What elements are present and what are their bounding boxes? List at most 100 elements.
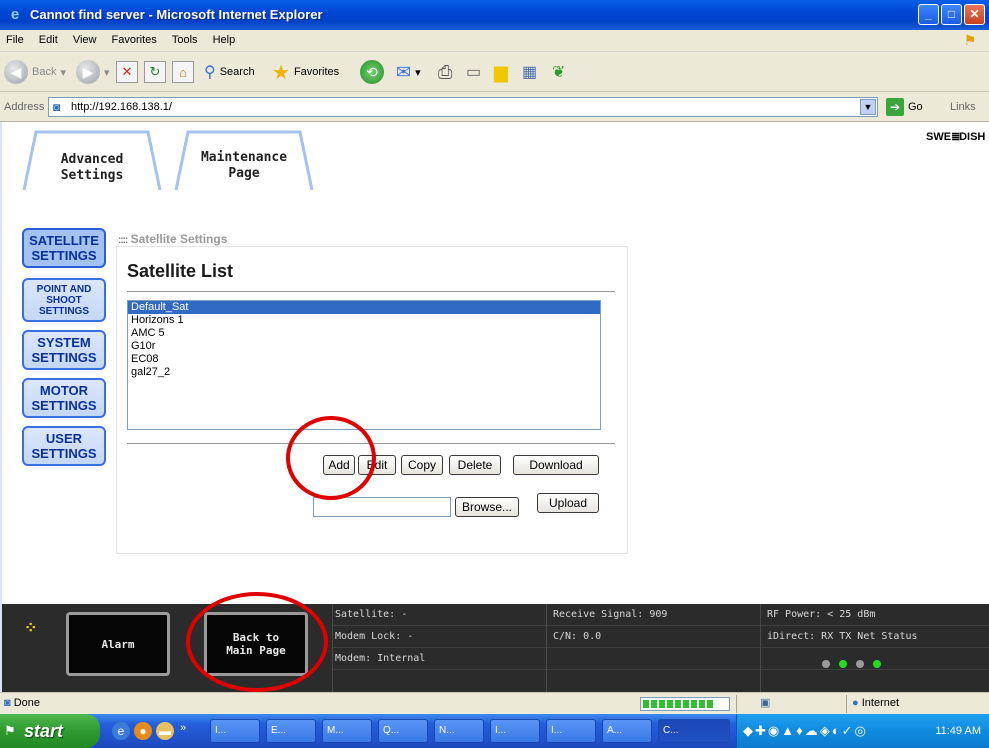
favorites-label: Favorites [293,66,340,78]
discuss-button[interactable]: ▆ [494,58,508,86]
close-button[interactable]: ✕ [964,4,985,25]
download-button[interactable]: Download [513,455,599,475]
taskbar-item[interactable]: A... [602,719,652,743]
maximize-button[interactable]: □ [941,4,962,25]
sidebar-item-satellite-settings[interactable]: SATELLITE SETTINGS [22,228,106,268]
page-progress-bar [640,697,730,711]
windows-flag-icon: ⚑ [963,32,977,48]
print-icon: ⎙ [438,61,453,82]
refresh-button[interactable]: ↻ [144,58,166,86]
add-button[interactable]: Add [323,455,355,475]
status-empty-row [547,670,760,692]
address-input[interactable]: ◙ http://192.168.138.1/ ▼ [48,97,878,117]
history-button[interactable]: ⟲ [360,58,384,86]
quicklaunch-folder-icon[interactable]: ▬ [156,722,174,740]
file-path-input[interactable] [313,497,451,517]
toolbar: ◀ Back ▾ ▶ ▾ ✕ ↻ ⌂ ⚲ Search ★ Favorites … [0,52,989,92]
screen: e Cannot find server - Microsoft Interne… [0,0,989,748]
taskbar-item[interactable]: M... [322,719,372,743]
stop-icon: ✕ [116,61,138,83]
breadcrumb: :::: Satellite Settings [118,232,227,246]
menu-file[interactable]: File [0,30,30,46]
breadcrumb-dots-icon: :::: [118,235,128,246]
sidebar-point-line2: SHOOT [46,294,82,306]
back-arrow-icon: ◀ [4,60,28,84]
page-icon: ◙ [53,100,61,114]
cn-status: C/N: 0.0 [547,626,760,648]
back-main-line1: Back to [232,631,280,644]
forward-button[interactable]: ▶ ▾ [76,58,110,86]
tab-advanced-settings[interactable]: Advanced Settings [22,128,162,192]
satellite-listbox[interactable]: Default_Sat Horizons 1 AMC 5 G10r EC08 g… [127,300,601,430]
brand-left: SWE [926,131,952,143]
list-item[interactable]: AMC 5 [128,327,600,340]
alarm-button[interactable]: Alarm [66,612,170,676]
menu-favorites[interactable]: Favorites [106,30,163,46]
go-label: Go [908,101,923,113]
taskbar-item-active[interactable]: C... [658,719,730,743]
sidebar-point-line3: SETTINGS [38,305,89,317]
task-label: I... [215,725,227,736]
taskbar-item[interactable]: N... [434,719,484,743]
taskbar-item[interactable]: Q... [378,719,428,743]
upload-button[interactable]: Upload [537,493,599,513]
messenger-button[interactable]: ❦ [552,58,565,86]
list-item[interactable]: gal27_2 [128,366,600,379]
menu-edit[interactable]: Edit [33,30,64,46]
tab-maintenance-page[interactable]: Maintenance Page [174,128,314,192]
delete-button[interactable]: Delete [449,455,501,475]
mail-button[interactable]: ✉ ▾ [396,58,421,86]
print-button[interactable]: ⎙ [438,58,452,86]
edit-page-button[interactable]: ▭ [466,58,481,86]
taskbar-item[interactable]: E... [266,719,316,743]
status-leds [822,660,881,668]
sidebar-item-point-and-shoot[interactable]: POINT AND SHOOT SETTINGS [22,278,106,322]
menu-view[interactable]: View [67,30,103,46]
status-empty-row [547,648,760,670]
favorites-button[interactable]: ★ Favorites [272,58,339,86]
taskbar-item[interactable]: I... [546,719,596,743]
page-content: Advanced Settings Maintenance Page SWE≣D… [0,122,989,692]
quicklaunch-more-icon[interactable]: » [180,722,186,734]
menu-tools[interactable]: Tools [166,30,204,46]
research-button[interactable]: ▦ [522,58,537,86]
stop-button[interactable]: ✕ [116,58,138,86]
page-done-icon: ◙ [4,697,11,709]
task-label: E... [271,725,287,736]
tab-advanced-label: Advanced Settings [22,152,162,184]
links-button[interactable]: Links [950,101,976,113]
address-dropdown-icon[interactable]: ▼ [860,99,876,115]
task-label: M... [327,725,344,736]
home-button[interactable]: ⌂ [172,58,194,86]
sidebar-system-line2: SETTINGS [31,350,97,365]
list-item[interactable]: G10r [128,340,600,353]
sidebar-item-motor-settings[interactable]: MOTOR SETTINGS [22,378,106,418]
quicklaunch-firefox-icon[interactable]: ● [134,722,152,740]
taskbar-item[interactable]: I... [210,719,260,743]
list-item[interactable]: Default_Sat [128,301,600,314]
browse-button[interactable]: Browse... [455,497,519,517]
system-tray: ◆✚◉▲♦☁◈◐✓◎ 11:49 AM [736,714,989,748]
back-button[interactable]: ◀ Back ▾ [4,58,66,86]
tray-icons[interactable]: ◆✚◉▲♦☁◈◐✓◎ [743,723,868,739]
minimize-button[interactable]: _ [918,4,939,25]
list-item[interactable]: EC08 [128,353,600,366]
go-button[interactable]: ➔ Go [886,98,923,116]
search-button[interactable]: ⚲ Search [204,58,255,86]
forward-dropdown-icon: ▾ [104,66,110,79]
research-icon: ▦ [522,64,538,81]
list-item[interactable]: Horizons 1 [128,314,600,327]
tab-maintenance-label: Maintenance Page [174,150,314,182]
history-icon: ⟲ [360,60,384,84]
sidebar-item-user-settings[interactable]: USER SETTINGS [22,426,106,466]
copy-button[interactable]: Copy [401,455,443,475]
sidebar-item-system-settings[interactable]: SYSTEM SETTINGS [22,330,106,370]
taskbar-item[interactable]: I... [490,719,540,743]
menu-help[interactable]: Help [207,30,242,46]
windows-logo-icon: ⚑ [4,723,16,738]
edit-button[interactable]: Edit [358,455,396,475]
tab-advanced-line2: Settings [60,168,124,183]
favorites-star-icon: ★ [272,61,290,84]
quicklaunch-ie-icon[interactable]: e [112,722,130,740]
back-to-main-page-button[interactable]: Back to Main Page [204,612,308,676]
